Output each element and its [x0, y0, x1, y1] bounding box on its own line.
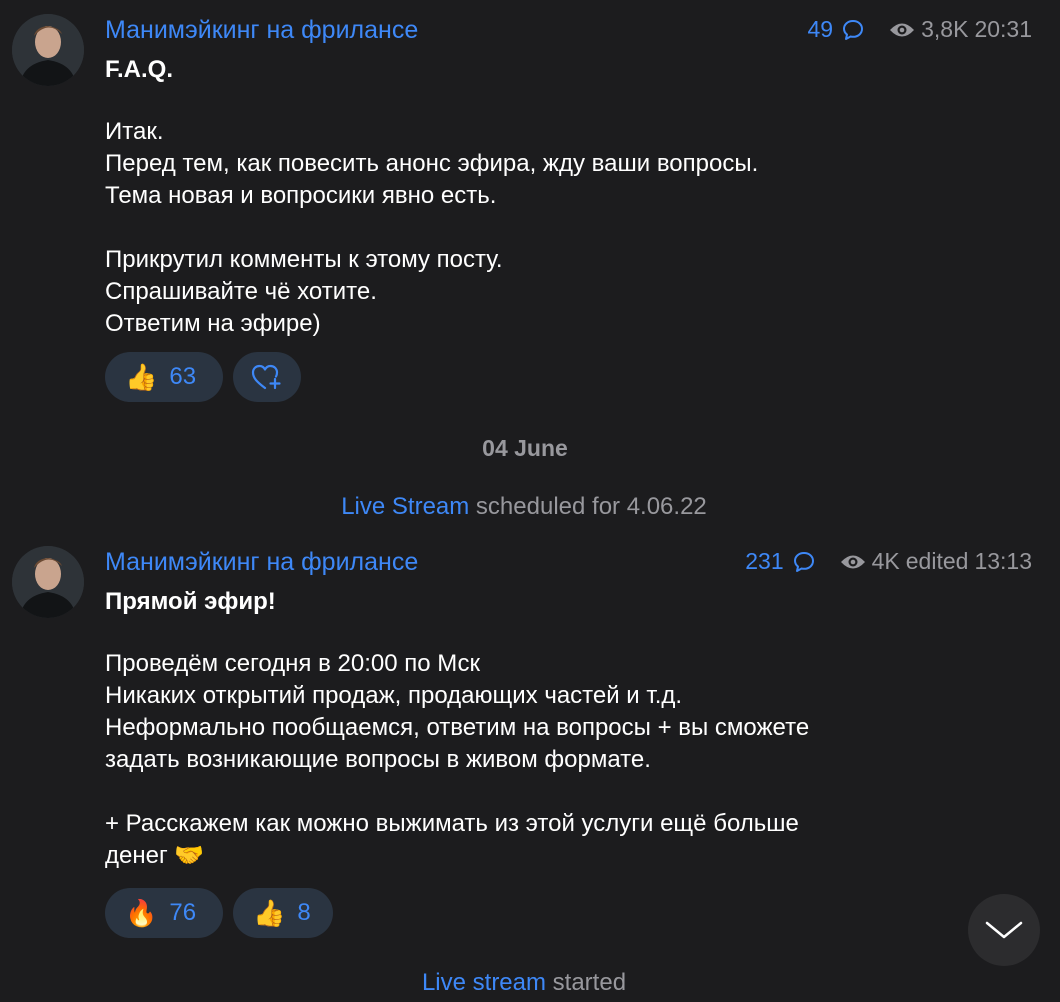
- reactions-bar: 👍 63: [105, 352, 301, 402]
- channel-avatar[interactable]: [12, 546, 84, 618]
- views-eye-icon: [889, 20, 915, 40]
- reaction-thumbs-up[interactable]: 👍 8: [233, 888, 333, 938]
- chat-history: Манимэйкинг на фрилансе 49 3,8K 20:31 F.…: [0, 0, 1060, 1002]
- post-body-line: Никаких открытий продаж, продающих часте…: [105, 682, 683, 709]
- post-body: Итак. Перед тем, как повесить анонс эфир…: [105, 116, 758, 340]
- post-body-line: денег 🤝: [105, 842, 205, 869]
- post-title: Прямой эфир!: [105, 588, 276, 615]
- post-body: Проведём сегодня в 20:00 по Мск Никаких …: [105, 648, 809, 872]
- avatar-photo-icon: [12, 14, 84, 86]
- comment-icon[interactable]: [792, 550, 816, 574]
- service-message-text: started: [546, 969, 627, 996]
- service-message-text: scheduled for 4.06.22: [469, 493, 707, 520]
- edited-label: edited: [905, 548, 969, 574]
- channel-avatar[interactable]: [12, 14, 84, 86]
- post-body-line: Проведём сегодня в 20:00 по Мск: [105, 650, 480, 677]
- fire-icon: 🔥: [125, 898, 158, 928]
- comments-count[interactable]: 49: [808, 16, 834, 43]
- chevron-down-icon: [984, 919, 1024, 941]
- channel-name[interactable]: Манимэйкинг на фрилансе: [105, 16, 418, 45]
- channel-name[interactable]: Манимэйкинг на фрилансе: [105, 548, 418, 577]
- reaction-fire[interactable]: 🔥 76: [105, 888, 223, 938]
- thumbs-up-icon: 👍: [253, 898, 286, 928]
- post-body-line: Тема новая и вопросики явно есть.: [105, 182, 497, 209]
- post-body-line: Перед тем, как повесить анонс эфира, жду…: [105, 150, 759, 177]
- post-meta: 231 4K edited 13:13: [745, 548, 1032, 575]
- post-meta: 49 3,8K 20:31: [808, 16, 1032, 43]
- heart-plus-icon: [251, 363, 283, 391]
- live-stream-link[interactable]: Live stream: [422, 969, 546, 996]
- post-body-line: + Расскажем как можно выжимать из этой у…: [105, 810, 799, 837]
- avatar-photo-icon: [12, 546, 84, 618]
- post-body-line: Итак.: [105, 118, 164, 145]
- comments-count[interactable]: 231: [745, 548, 783, 575]
- post-body-line: Спрашивайте чё хотите.: [105, 278, 377, 305]
- reaction-thumbs-up[interactable]: 👍 63: [105, 352, 223, 402]
- post-body-line: Ответим на эфире): [105, 310, 321, 337]
- post-body-line: Прикрутил комменты к этому посту.: [105, 246, 503, 273]
- views-eye-icon: [840, 552, 866, 572]
- reaction-count: 8: [297, 899, 311, 926]
- service-message: Live stream started: [0, 969, 1048, 997]
- post-time: 13:13: [974, 548, 1032, 574]
- comment-icon[interactable]: [841, 18, 865, 42]
- scroll-to-bottom-button[interactable]: [968, 894, 1040, 966]
- live-stream-link[interactable]: Live Stream: [341, 493, 469, 520]
- views-count: 4K: [871, 548, 900, 574]
- post-time: 20:31: [974, 16, 1032, 42]
- post-title: F.A.Q.: [105, 56, 174, 83]
- post-body-line: задать возникающие вопросы в живом форма…: [105, 746, 651, 773]
- service-message: Live Stream scheduled for 4.06.22: [0, 493, 1048, 521]
- date-separator: 04 June: [482, 435, 568, 461]
- thumbs-up-icon: 👍: [125, 362, 158, 392]
- reaction-count: 76: [169, 899, 197, 926]
- views-count: 3,8K: [921, 16, 969, 42]
- add-reaction-button[interactable]: [233, 352, 301, 402]
- reaction-count: 63: [169, 363, 197, 390]
- post-body-line: Неформально пообщаемся, ответим на вопро…: [105, 714, 810, 741]
- reactions-bar: 🔥 76 👍 8: [105, 888, 333, 938]
